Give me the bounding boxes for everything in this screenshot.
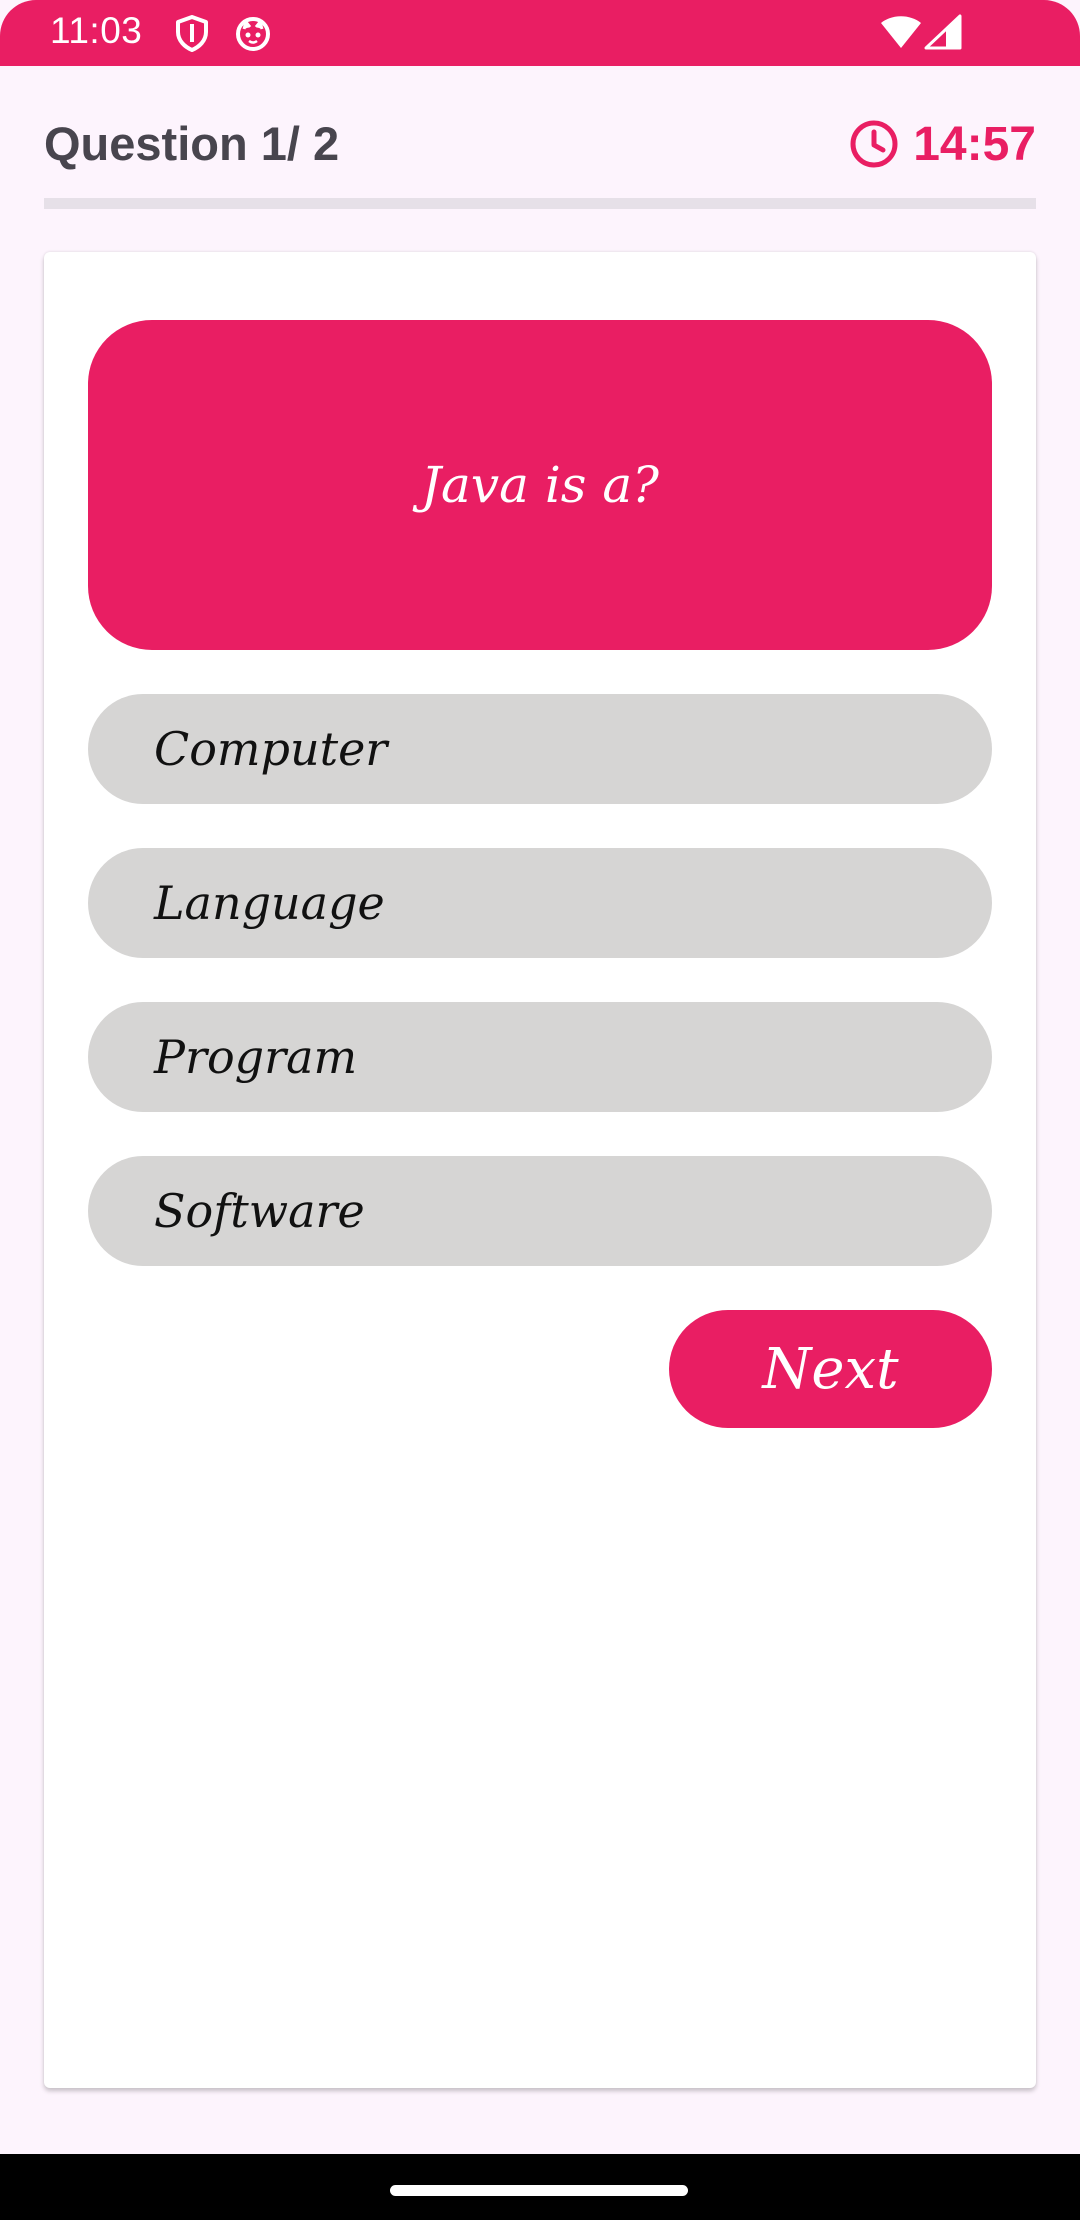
cell-signal-icon <box>924 14 962 55</box>
wifi-icon <box>880 14 922 55</box>
quiz-timer: 14:57 <box>849 116 1036 172</box>
option-label: Software <box>154 1184 365 1238</box>
status-time: 11:03 <box>50 10 143 51</box>
option-computer[interactable]: Computer <box>88 694 992 804</box>
question-text: Java is a? <box>421 456 659 514</box>
quiz-screen: 11:03 Question 1/ 2 14:57 Java is a? Com… <box>0 0 1080 2220</box>
option-label: Language <box>154 876 385 930</box>
question-counter: Question 1/ 2 <box>44 117 340 170</box>
option-label: Computer <box>154 722 388 776</box>
question-card: Java is a? Computer Language Program Sof… <box>44 252 1036 2088</box>
cat-icon <box>234 14 272 57</box>
option-program[interactable]: Program <box>88 1002 992 1112</box>
shield-icon <box>174 14 210 57</box>
next-button[interactable]: Next <box>669 1310 992 1428</box>
timer-value: 14:57 <box>913 117 1036 171</box>
status-bar: 11:03 <box>0 0 1080 66</box>
question-box: Java is a? <box>88 320 992 650</box>
home-gesture-handle[interactable] <box>390 2185 688 2196</box>
option-language[interactable]: Language <box>88 848 992 958</box>
option-software[interactable]: Software <box>88 1156 992 1266</box>
option-label: Program <box>154 1030 358 1084</box>
clock-icon <box>849 119 899 169</box>
quiz-progress-bar <box>44 198 1036 209</box>
navigation-bar <box>0 2154 1080 2220</box>
